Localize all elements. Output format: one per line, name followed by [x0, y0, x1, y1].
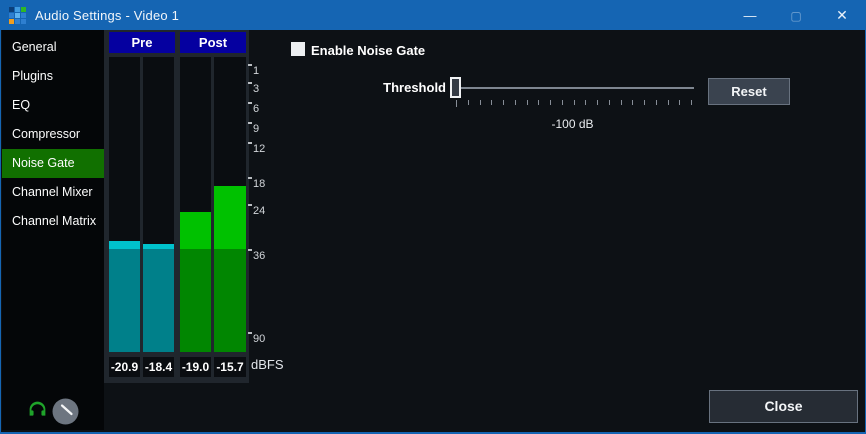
- db-scale-label: 36: [253, 248, 265, 264]
- titlebar: Audio Settings - Video 1 — ▢ ✕: [1, 1, 865, 30]
- db-scale-tick: [248, 122, 252, 124]
- meter-value-pre-2: -18.4: [143, 357, 174, 377]
- threshold-value: -100 dB: [451, 117, 694, 131]
- sidebar-item-general[interactable]: General: [2, 33, 104, 62]
- minimize-button[interactable]: —: [727, 1, 773, 30]
- slider-tick: [503, 100, 504, 105]
- sidebar-item-eq[interactable]: EQ: [2, 91, 104, 120]
- db-scale-label: 90: [253, 331, 265, 347]
- app-logo-icon: [9, 7, 26, 24]
- threshold-slider[interactable]: [451, 73, 694, 109]
- enable-noise-gate-checkbox[interactable]: [291, 42, 305, 56]
- close-window-button[interactable]: ✕: [819, 1, 865, 30]
- sidebar-item-noise-gate[interactable]: Noise Gate: [2, 149, 104, 178]
- headphones-icon[interactable]: [27, 399, 48, 420]
- db-scale-label: 9: [253, 121, 259, 137]
- slider-tick: [691, 100, 692, 105]
- sidebar-item-channel-matrix[interactable]: Channel Matrix: [2, 207, 104, 236]
- slider-tick: [609, 100, 610, 105]
- reset-button[interactable]: Reset: [708, 78, 790, 105]
- meter-group-post-label: Post: [180, 32, 246, 53]
- meter-pre-channel-2: [143, 57, 174, 352]
- slider-tick: [480, 100, 481, 105]
- slider-tick: [515, 100, 516, 105]
- db-scale-tick: [248, 82, 252, 84]
- meter-value-post-1: -19.0: [180, 357, 211, 377]
- slider-tick: [562, 100, 563, 105]
- db-scale-tick: [248, 177, 252, 179]
- db-scale-label: 12: [253, 141, 265, 157]
- slider-tick: [550, 100, 551, 105]
- slider-tick: [632, 100, 633, 105]
- volume-knob[interactable]: [52, 398, 79, 425]
- maximize-button: ▢: [773, 1, 819, 30]
- audio-meter-panel: Pre Post -20.9 -18.4 -19.0 -15.7: [104, 30, 249, 383]
- db-scale-label: 3: [253, 81, 259, 97]
- db-scale-tick: [248, 332, 252, 334]
- db-scale-tick: [248, 204, 252, 206]
- threshold-slider-track[interactable]: [451, 87, 694, 89]
- db-scale-label: 1: [253, 63, 259, 79]
- db-scale-tick: [248, 64, 252, 66]
- db-scale-label: 6: [253, 101, 259, 117]
- slider-tick: [668, 100, 669, 105]
- slider-tick: [621, 100, 622, 105]
- meter-group-pre-label: Pre: [109, 32, 175, 53]
- sidebar-item-compressor[interactable]: Compressor: [2, 120, 104, 149]
- sidebar-item-channel-mixer[interactable]: Channel Mixer: [2, 178, 104, 207]
- db-scale: 13691218243690: [247, 30, 281, 383]
- enable-noise-gate-label[interactable]: Enable Noise Gate: [311, 43, 425, 58]
- db-scale-label: 24: [253, 203, 265, 219]
- slider-tick: [574, 100, 575, 105]
- close-button[interactable]: Close: [709, 390, 858, 423]
- slider-tick: [491, 100, 492, 105]
- threshold-slider-thumb[interactable]: [450, 77, 461, 98]
- dbfs-unit-label: dBFS: [251, 357, 284, 372]
- window-title: Audio Settings - Video 1: [35, 8, 179, 23]
- db-scale-tick: [248, 102, 252, 104]
- slider-tick: [456, 100, 457, 107]
- db-scale-tick: [248, 249, 252, 251]
- settings-sidebar: General Plugins EQ Compressor Noise Gate…: [2, 30, 104, 430]
- slider-tick: [468, 100, 469, 105]
- db-scale-tick: [248, 142, 252, 144]
- slider-tick: [597, 100, 598, 105]
- slider-tick: [527, 100, 528, 105]
- slider-tick: [585, 100, 586, 105]
- meter-value-post-2: -15.7: [214, 357, 246, 377]
- sidebar-item-plugins[interactable]: Plugins: [2, 62, 104, 91]
- slider-tick: [656, 100, 657, 105]
- slider-tick: [538, 100, 539, 105]
- audio-settings-window: Audio Settings - Video 1 — ▢ ✕ General P…: [0, 0, 866, 434]
- meter-post-channel-2: [214, 57, 246, 352]
- meter-pre-channel-1: [109, 57, 140, 352]
- slider-tick: [679, 100, 680, 105]
- threshold-slider-ticks: [451, 100, 694, 108]
- slider-tick: [644, 100, 645, 105]
- threshold-label: Threshold: [331, 80, 446, 95]
- db-scale-label: 18: [253, 176, 265, 192]
- meter-post-channel-1: [180, 57, 211, 352]
- meter-value-pre-1: -20.9: [109, 357, 140, 377]
